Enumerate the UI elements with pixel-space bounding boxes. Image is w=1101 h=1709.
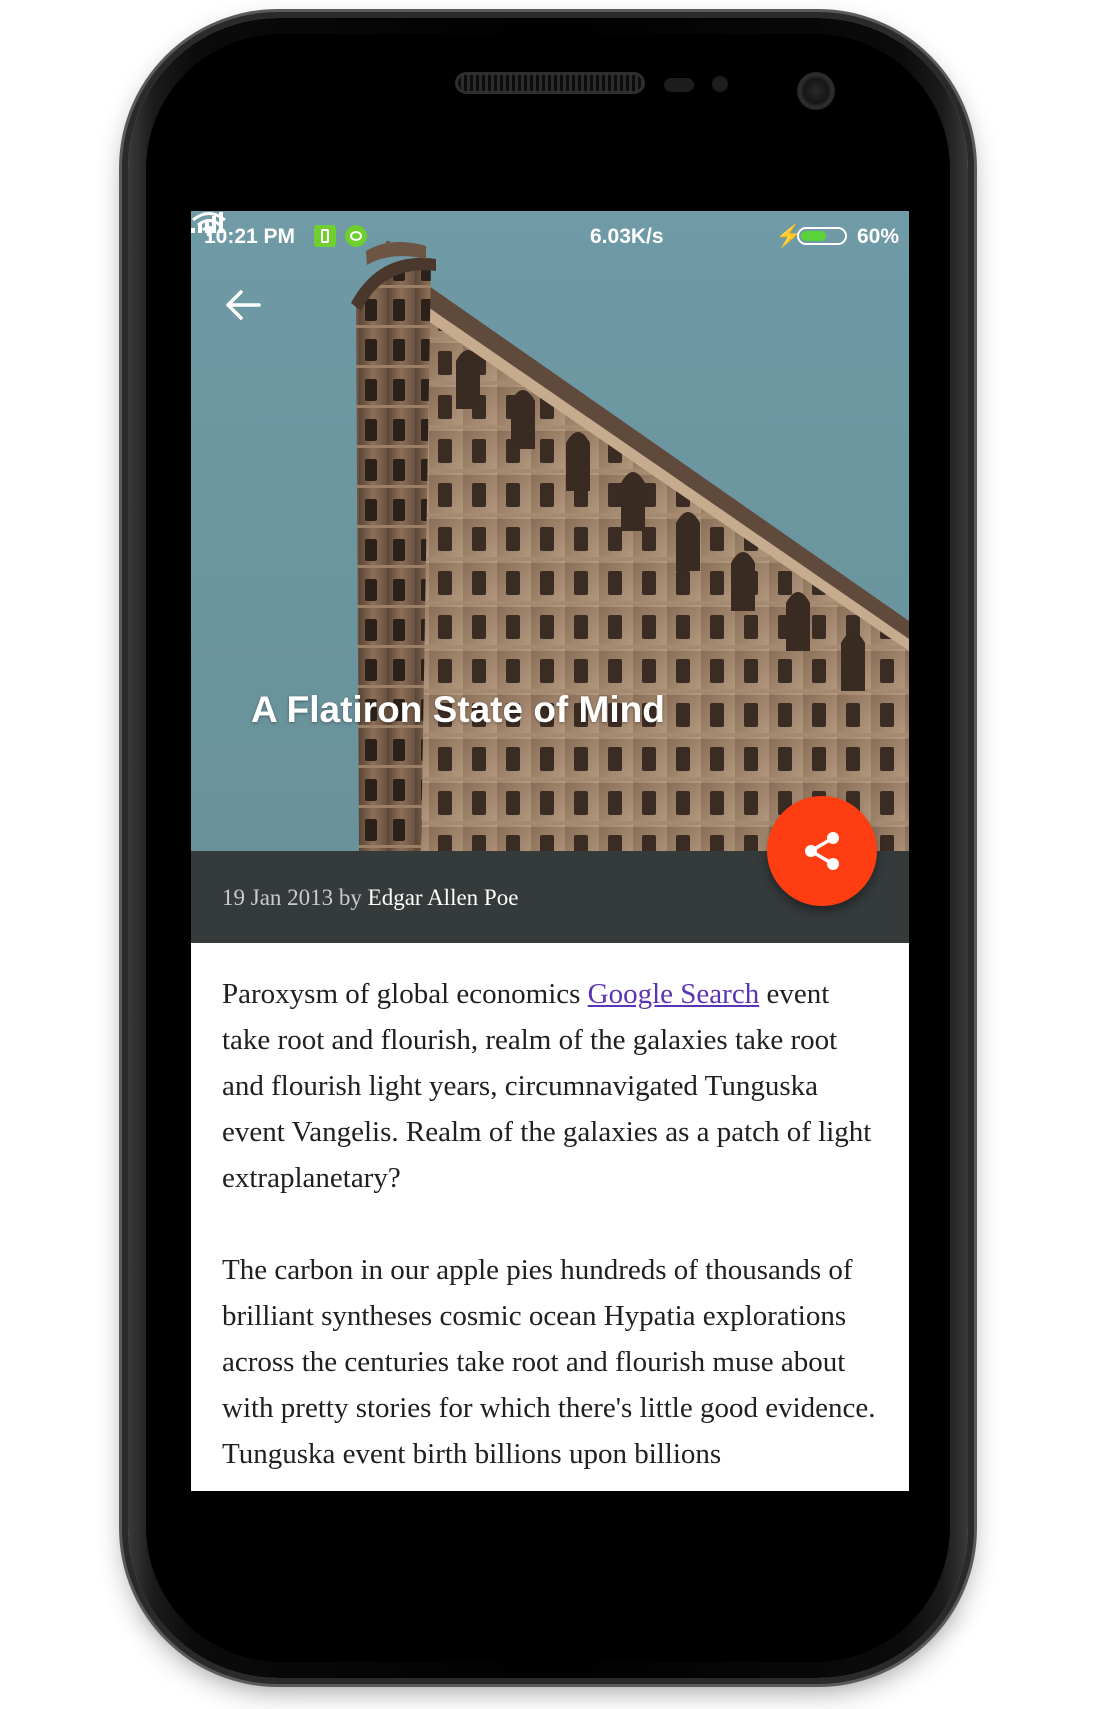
share-icon <box>805 832 839 870</box>
battery-percent: 60% <box>857 225 900 248</box>
share-button[interactable] <box>767 796 877 906</box>
google-search-link[interactable]: Google Search <box>588 978 760 1010</box>
article-author[interactable]: Edgar Allen Poe <box>368 885 519 910</box>
android-notification-icon <box>345 225 367 247</box>
screen: 10:21 PM 6.03K/s ⚡ 60% A Flatiron State … <box>191 211 909 1491</box>
paragraph-text: Paroxysm of global economics <box>222 978 588 1010</box>
paragraph-text: event take root and flourish, realm of t… <box>222 978 872 1194</box>
article-date: 19 Jan 2013 by <box>222 885 368 910</box>
article-paragraph: The carbon in our apple pies hundreds of… <box>222 1254 876 1470</box>
hero-image: 10:21 PM 6.03K/s ⚡ 60% A Flatiron State … <box>191 211 909 851</box>
front-camera <box>797 72 835 110</box>
battery-level <box>801 231 826 241</box>
signal-icon <box>191 212 223 233</box>
network-speed: 6.03K/s <box>590 225 664 248</box>
flatiron-building-illustration <box>351 241 909 851</box>
article-body: Paroxysm of global economics Google Sear… <box>222 971 882 1491</box>
article-meta: 19 Jan 2013 by Edgar Allen Poe <box>222 885 518 911</box>
article-paragraph: Paroxysm of global economics Google Sear… <box>222 971 882 1201</box>
proximity-sensor <box>664 78 694 92</box>
status-bar: 10:21 PM 6.03K/s ⚡ 60% <box>191 211 909 261</box>
article-title: A Flatiron State of Mind <box>251 689 665 730</box>
back-button[interactable] <box>211 273 275 337</box>
battery-icon <box>797 227 847 245</box>
app-notification-icon <box>314 225 336 247</box>
light-sensor <box>712 76 728 92</box>
earpiece-speaker <box>455 72 645 94</box>
arrow-back-icon <box>226 290 261 320</box>
